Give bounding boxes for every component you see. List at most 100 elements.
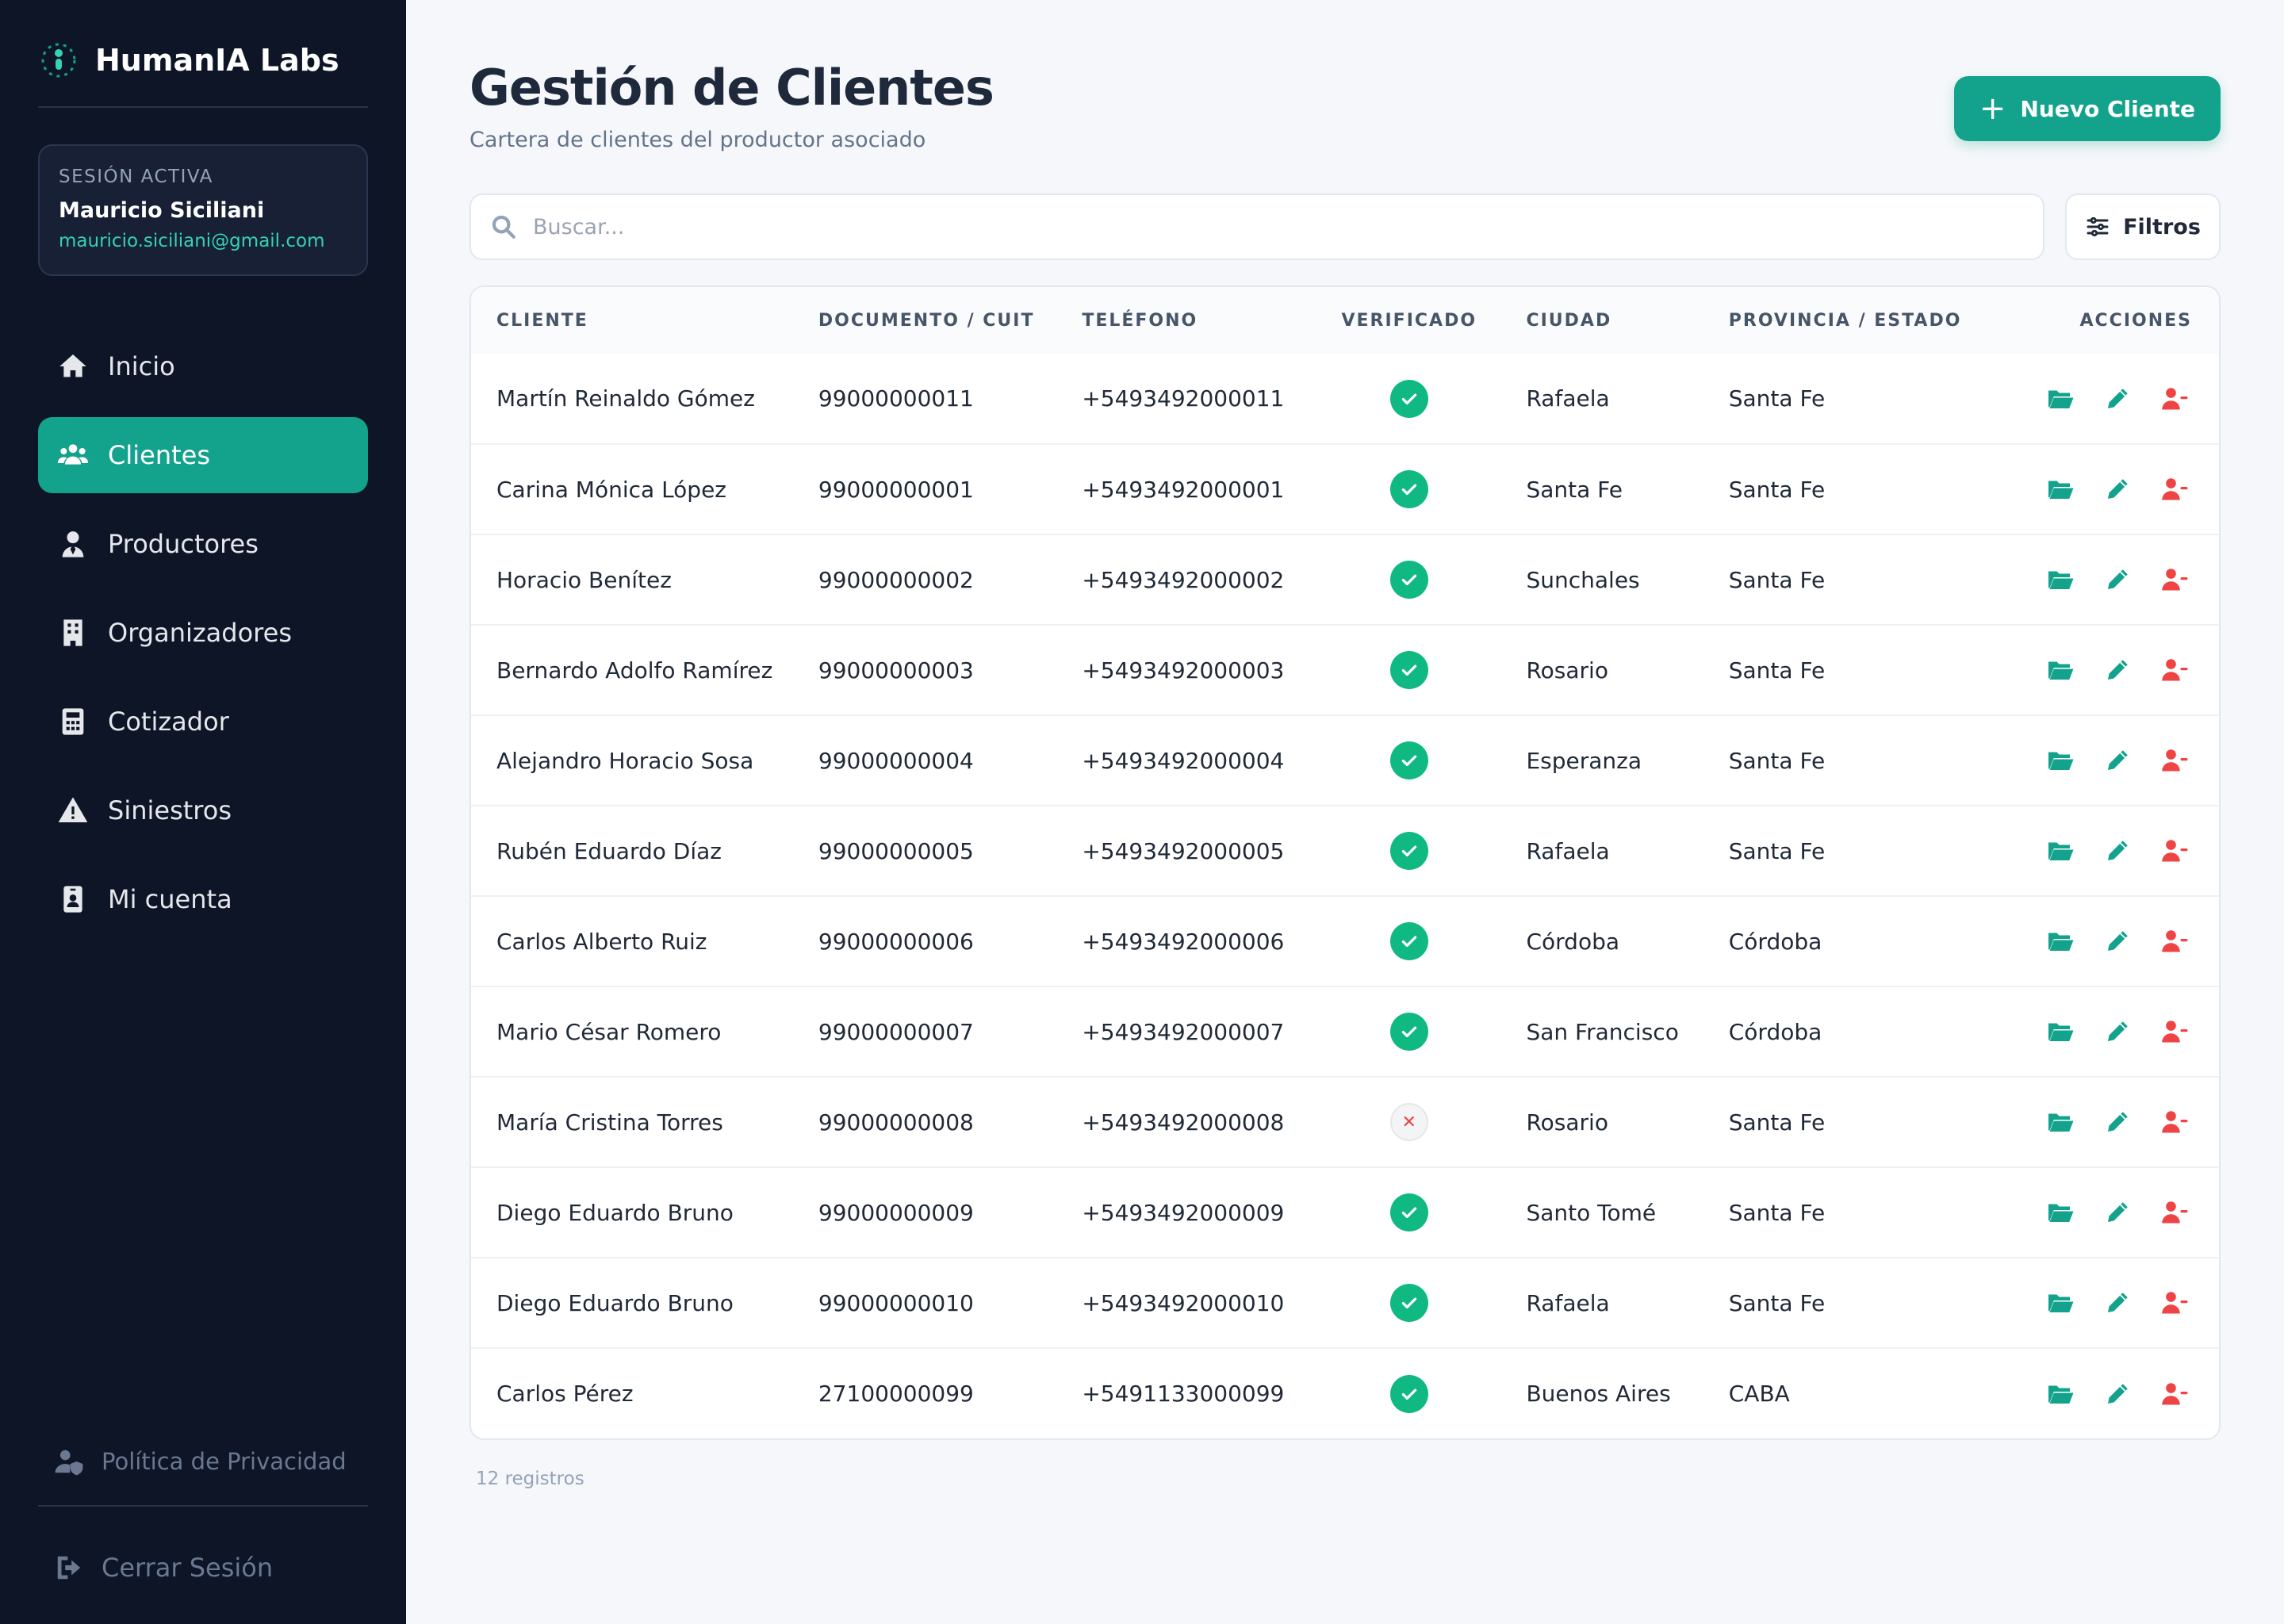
table-row[interactable]: Carlos Alberto Ruiz 99000000006 +5493492… <box>471 895 2219 986</box>
folder-open-icon[interactable] <box>2046 565 2075 594</box>
pencil-icon[interactable] <box>2103 927 2132 956</box>
session-user-email: mauricio.siciliani@gmail.com <box>59 231 325 251</box>
search-box[interactable] <box>469 193 2044 260</box>
new-client-button[interactable]: + Nuevo Cliente <box>1953 76 2221 141</box>
divider <box>38 106 368 108</box>
column-header-provincia[interactable]: Provincia / Estado <box>1703 287 1998 354</box>
client-actions-cell <box>1997 1347 2219 1438</box>
nav-item-productores[interactable]: Productores <box>38 506 368 582</box>
pencil-icon[interactable] <box>2103 656 2132 684</box>
client-province-cell: Córdoba <box>1703 895 1998 986</box>
column-header-telefono[interactable]: Teléfono <box>1056 287 1318 354</box>
row-actions <box>1998 927 2189 956</box>
folder-open-icon[interactable] <box>2046 746 2075 775</box>
folder-open-icon[interactable] <box>2046 656 2075 684</box>
table-row[interactable]: Carina Mónica López 99000000001 +5493492… <box>471 443 2219 534</box>
column-header-verificado[interactable]: Verificado <box>1317 287 1501 354</box>
nav-item-siniestros[interactable]: Siniestros <box>38 772 368 848</box>
column-header-cliente[interactable]: Cliente <box>471 287 793 354</box>
session-card: Sesión activa Mauricio Siciliani maurici… <box>38 144 368 276</box>
user-remove-icon[interactable] <box>2160 1108 2189 1136</box>
client-name-cell: Rubén Eduardo Díaz <box>471 805 793 896</box>
logout-button[interactable]: Cerrar Sesión <box>38 1538 368 1597</box>
client-phone-cell: +5493492000001 <box>1056 443 1318 534</box>
table-row[interactable]: Carlos Pérez 27100000099 +5491133000099 … <box>471 1347 2219 1438</box>
client-phone-cell: +5493492000009 <box>1056 1166 1318 1258</box>
table-row[interactable]: Rubén Eduardo Díaz 99000000005 +54934920… <box>471 805 2219 896</box>
client-actions-cell <box>1997 534 2219 625</box>
users-icon <box>57 444 89 465</box>
pencil-icon[interactable] <box>2103 1198 2132 1227</box>
client-name-cell: Carlos Alberto Ruiz <box>471 895 793 986</box>
pencil-icon[interactable] <box>2103 837 2132 865</box>
client-actions-cell <box>1997 1257 2219 1348</box>
table-row[interactable]: Diego Eduardo Bruno 99000000010 +5493492… <box>471 1257 2219 1348</box>
table-row[interactable]: María Cristina Torres 99000000008 +54934… <box>471 1076 2219 1167</box>
table-row[interactable]: Bernardo Adolfo Ramírez 99000000003 +549… <box>471 624 2219 715</box>
client-province-cell: Santa Fe <box>1703 534 1998 625</box>
verified-check-icon <box>1389 922 1428 960</box>
folder-open-icon[interactable] <box>2046 1198 2075 1227</box>
client-phone-cell: +5493492000003 <box>1056 624 1318 715</box>
nav-item-clientes[interactable]: Clientes <box>38 417 368 493</box>
folder-open-icon[interactable] <box>2046 1289 2075 1317</box>
table-row[interactable]: Horacio Benítez 99000000002 +54934920000… <box>471 534 2219 625</box>
nav-item-inicio[interactable]: Inicio <box>38 328 368 404</box>
client-verified-cell <box>1317 895 1501 986</box>
user-remove-icon[interactable] <box>2160 1289 2189 1317</box>
client-province-cell: Santa Fe <box>1703 714 1998 806</box>
column-header-ciudad[interactable]: Ciudad <box>1500 287 1703 354</box>
client-verified-cell <box>1317 805 1501 896</box>
user-remove-icon[interactable] <box>2160 1380 2189 1408</box>
records-count: 12 registros <box>476 1469 584 1489</box>
pencil-icon[interactable] <box>2103 1380 2132 1408</box>
folder-open-icon[interactable] <box>2046 837 2075 865</box>
pencil-icon[interactable] <box>2103 1017 2132 1046</box>
brand[interactable]: HumanIA Labs <box>38 38 368 82</box>
folder-open-icon[interactable] <box>2046 1108 2075 1136</box>
nav-item-mi-cuenta[interactable]: Mi cuenta <box>38 861 368 937</box>
row-actions <box>1998 385 2189 413</box>
filters-button[interactable]: Filtros <box>2065 193 2221 260</box>
client-actions-cell <box>1997 443 2219 534</box>
user-remove-icon[interactable] <box>2160 565 2189 594</box>
folder-open-icon[interactable] <box>2046 927 2075 956</box>
nav-item-cotizador[interactable]: Cotizador <box>38 684 368 760</box>
nav-item-organizadores[interactable]: Organizadores <box>38 595 368 671</box>
user-remove-icon[interactable] <box>2160 1198 2189 1227</box>
user-remove-icon[interactable] <box>2160 927 2189 956</box>
folder-open-icon[interactable] <box>2046 1380 2075 1408</box>
user-remove-icon[interactable] <box>2160 385 2189 413</box>
user-remove-icon[interactable] <box>2160 837 2189 865</box>
table-row[interactable]: Diego Eduardo Bruno 99000000009 +5493492… <box>471 1166 2219 1258</box>
folder-open-icon[interactable] <box>2046 1017 2075 1046</box>
client-name-cell: Alejandro Horacio Sosa <box>471 714 793 806</box>
client-verified-cell <box>1317 714 1501 806</box>
pencil-icon[interactable] <box>2103 565 2132 594</box>
plus-icon: + <box>1979 90 2006 127</box>
user-remove-icon[interactable] <box>2160 746 2189 775</box>
client-name-cell: María Cristina Torres <box>471 1076 793 1167</box>
pencil-icon[interactable] <box>2103 746 2132 775</box>
column-header-documento[interactable]: Documento / CUIT <box>792 287 1057 354</box>
pencil-icon[interactable] <box>2103 475 2132 504</box>
client-province-cell: Santa Fe <box>1703 805 1998 896</box>
user-remove-icon[interactable] <box>2160 475 2189 504</box>
table-row[interactable]: Mario César Romero 99000000007 +54934920… <box>471 986 2219 1077</box>
pencil-icon[interactable] <box>2103 1108 2132 1136</box>
table-row[interactable]: Alejandro Horacio Sosa 99000000004 +5493… <box>471 714 2219 806</box>
client-verified-cell <box>1317 986 1501 1077</box>
user-remove-icon[interactable] <box>2160 656 2189 684</box>
client-verified-cell <box>1317 624 1501 715</box>
folder-open-icon[interactable] <box>2046 385 2075 413</box>
main-nav: Inicio Clientes Productores Organizadore… <box>38 328 368 937</box>
user-remove-icon[interactable] <box>2160 1017 2189 1046</box>
client-city-cell: Rosario <box>1500 1076 1703 1167</box>
table-row[interactable]: Martín Reinaldo Gómez 99000000011 +54934… <box>471 354 2219 444</box>
client-document-cell: 99000000007 <box>792 986 1057 1077</box>
folder-open-icon[interactable] <box>2046 475 2075 504</box>
privacy-policy-link[interactable]: Política de Privacidad <box>38 1432 368 1491</box>
pencil-icon[interactable] <box>2103 1289 2132 1317</box>
pencil-icon[interactable] <box>2103 385 2132 413</box>
search-input[interactable] <box>533 214 2024 239</box>
